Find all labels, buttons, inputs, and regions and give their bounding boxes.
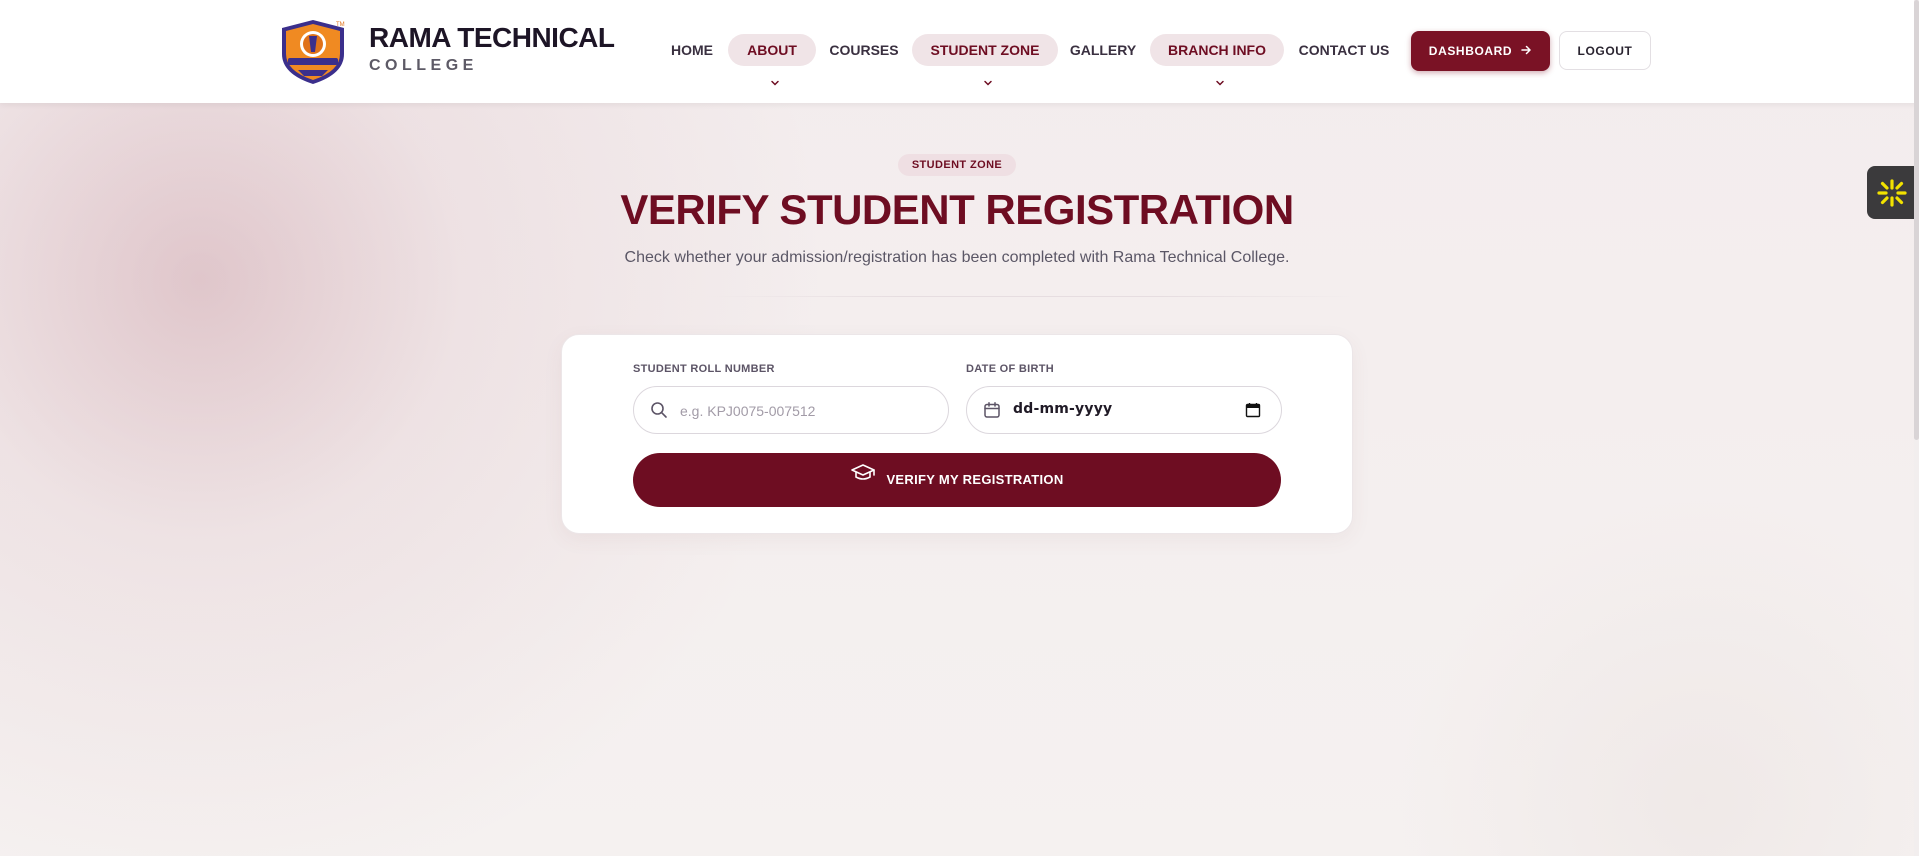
page-subtitle: Check whether your admission/registratio…: [624, 249, 1290, 266]
nav-contact-us[interactable]: CONTACT US: [1292, 34, 1396, 66]
college-crest-icon[interactable]: TM: [272, 14, 354, 88]
arrow-right-icon: [1520, 32, 1532, 72]
nav-contact-us-label: CONTACT US: [1298, 42, 1390, 58]
logout-button[interactable]: LOGOUT: [1559, 31, 1651, 70]
logout-label: LOGOUT: [1577, 44, 1633, 58]
nav-gallery[interactable]: GALLERY: [1067, 34, 1139, 66]
chevron-down-icon: [1215, 67, 1225, 99]
svg-text:TM: TM: [336, 22, 345, 28]
nav-student-zone[interactable]: STUDENT ZONE: [912, 34, 1058, 86]
nav-courses[interactable]: COURSES: [826, 34, 902, 66]
section-badge: STUDENT ZONE: [898, 154, 1016, 176]
search-icon: [650, 401, 668, 419]
calendar-picker-icon[interactable]: [1245, 402, 1261, 418]
dob-label: DATE OF BIRTH: [966, 363, 1055, 375]
graduation-cap-icon: [850, 452, 876, 506]
verify-button-label: VERIFY MY REGISTRATION: [886, 472, 1064, 487]
nav-gallery-label: GALLERY: [1069, 42, 1137, 58]
brand-subtitle: COLLEGE: [369, 57, 478, 74]
brand-title[interactable]: RAMA TECHNICAL: [369, 22, 615, 54]
roll-number-input[interactable]: [678, 399, 932, 423]
divider: [706, 296, 1354, 297]
dob-input[interactable]: dd-mm-yyyy: [1013, 401, 1112, 417]
nav-home-label: HOME: [671, 42, 713, 58]
roll-number-field[interactable]: [633, 386, 949, 434]
site-header: TM RAMA TECHNICAL COLLEGE HOME ABOUT COU…: [0, 0, 1919, 103]
calendar-icon: [983, 401, 1001, 419]
nav-student-zone-label: STUDENT ZONE: [930, 42, 1040, 58]
nav-branch-info[interactable]: BRANCH INFO: [1150, 34, 1284, 86]
chevron-down-icon: [983, 67, 993, 99]
verify-registration-button[interactable]: VERIFY MY REGISTRATION: [633, 453, 1281, 507]
scrollbar-thumb[interactable]: [1914, 0, 1919, 440]
nav-about-label: ABOUT: [747, 42, 797, 58]
nav-courses-label: COURSES: [829, 42, 899, 58]
nav-home[interactable]: HOME: [661, 34, 723, 66]
page-title: VERIFY STUDENT REGISTRATION: [620, 186, 1294, 233]
dashboard-label: DASHBOARD: [1428, 44, 1513, 58]
nav-about[interactable]: ABOUT: [728, 34, 816, 86]
dashboard-button[interactable]: DASHBOARD: [1411, 31, 1550, 71]
accessibility-widget-button[interactable]: [1867, 166, 1914, 219]
roll-number-label: STUDENT ROLL NUMBER: [633, 363, 775, 375]
sparkle-icon: [1877, 179, 1907, 207]
dob-field[interactable]: dd-mm-yyyy: [966, 386, 1282, 434]
nav-branch-info-label: BRANCH INFO: [1168, 42, 1266, 58]
chevron-down-icon: [770, 67, 780, 99]
